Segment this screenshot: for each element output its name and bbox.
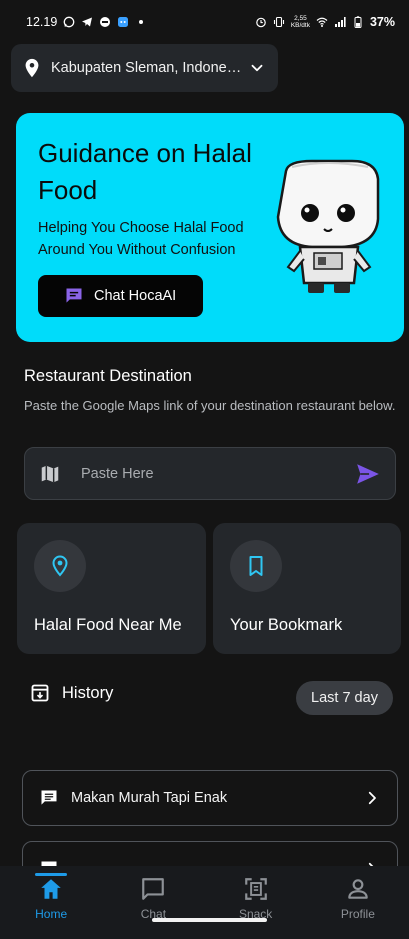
battery-icon bbox=[354, 16, 362, 28]
nav-label: Profile bbox=[340, 907, 375, 921]
location-pin-icon bbox=[52, 555, 68, 577]
tile-label: Your Bookmark bbox=[230, 616, 343, 634]
archive-icon bbox=[31, 684, 49, 702]
hero-banner: Guidance on Halal Food Helping You Choos… bbox=[16, 113, 404, 342]
chat-bubble-icon bbox=[66, 288, 82, 303]
messenger-icon bbox=[100, 17, 111, 27]
chat-hocaai-button[interactable]: Chat HocaAI bbox=[38, 275, 203, 317]
hero-title: Guidance on Halal Food bbox=[38, 138, 252, 205]
signal-icon bbox=[334, 17, 346, 27]
telegram-icon bbox=[82, 17, 93, 27]
tile-icon-circle bbox=[230, 540, 282, 592]
nav-profile[interactable]: Profile bbox=[307, 866, 409, 939]
hero-subtitle: Helping You Choose Halal Food Around You… bbox=[38, 220, 244, 258]
bookmark-icon bbox=[249, 556, 263, 576]
location-selector[interactable]: Kabupaten Sleman, Indone… bbox=[11, 44, 278, 92]
chat-bubble-icon bbox=[41, 790, 57, 805]
chevron-right-icon bbox=[368, 791, 376, 805]
dot-icon bbox=[139, 20, 144, 24]
wifi-icon bbox=[316, 17, 328, 27]
maps-link-input[interactable]: Paste Here bbox=[24, 447, 396, 500]
restaurant-destination-description: Paste the Google Maps link of your desti… bbox=[24, 398, 396, 413]
history-filter-label: Last 7 day bbox=[311, 690, 378, 706]
chat-icon bbox=[142, 878, 165, 900]
status-time: 12.19 bbox=[26, 15, 58, 29]
history-title: History bbox=[62, 683, 114, 702]
history-item[interactable]: Makan Murah Tapi Enak bbox=[22, 770, 398, 826]
location-label: Kabupaten Sleman, Indone… bbox=[51, 60, 240, 76]
nav-snack[interactable]: Snack bbox=[205, 866, 307, 939]
alarm-icon bbox=[256, 17, 266, 28]
battery-level: 37% bbox=[369, 15, 395, 29]
map-icon bbox=[41, 465, 59, 482]
halal-food-near-me-tile[interactable]: Halal Food Near Me bbox=[17, 523, 206, 654]
tile-icon-circle bbox=[34, 540, 86, 592]
location-pin-icon bbox=[25, 58, 39, 78]
scan-icon bbox=[244, 878, 267, 900]
nav-home[interactable]: Home bbox=[0, 866, 102, 939]
nav-chat[interactable]: Chat bbox=[102, 866, 204, 939]
home-icon bbox=[41, 879, 61, 899]
whatsapp-icon bbox=[63, 16, 75, 28]
history-header: History bbox=[30, 683, 113, 703]
app-icon bbox=[118, 17, 129, 27]
net-speed: 2,55 KB/dtk bbox=[290, 15, 310, 29]
chevron-down-icon bbox=[251, 64, 263, 72]
bottom-navigation: Home Chat Snack Profile bbox=[0, 866, 409, 939]
nav-label: Home bbox=[35, 907, 68, 921]
vibrate-icon bbox=[273, 16, 284, 28]
status-bar: 12.19 2,55 KB/dtk 37% bbox=[0, 0, 409, 44]
tile-label: Halal Food Near Me bbox=[34, 616, 182, 634]
profile-icon bbox=[348, 879, 368, 899]
restaurant-destination-title: Restaurant Destination bbox=[24, 367, 192, 385]
chat-hocaai-label: Chat HocaAI bbox=[94, 288, 177, 304]
history-filter-chip[interactable]: Last 7 day bbox=[296, 681, 393, 715]
send-icon[interactable] bbox=[355, 461, 381, 487]
history-item-title: Makan Murah Tapi Enak bbox=[71, 790, 228, 806]
mascot-robot-illustration bbox=[276, 159, 380, 293]
maps-link-placeholder: Paste Here bbox=[81, 465, 154, 482]
gesture-bar[interactable] bbox=[152, 918, 267, 922]
your-bookmark-tile[interactable]: Your Bookmark bbox=[213, 523, 401, 654]
